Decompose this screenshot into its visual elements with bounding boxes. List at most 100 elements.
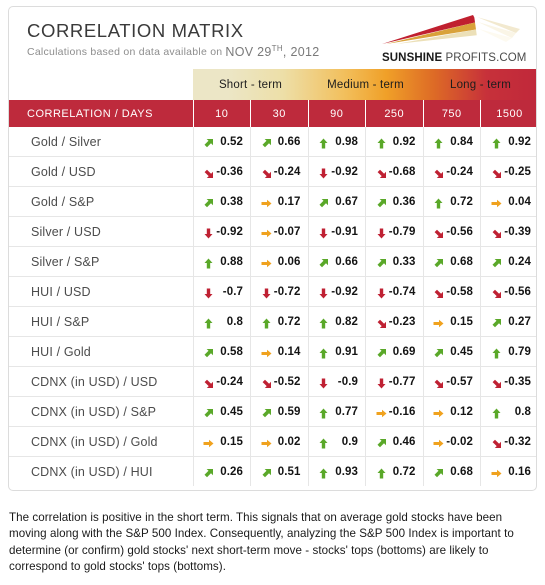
correlation-cell: -0.02 <box>423 426 481 457</box>
term-gradient-band: Short - term Medium - term Long - term <box>193 69 536 100</box>
trend-up-diag-icon <box>203 466 214 478</box>
correlation-cell: 0.45 <box>423 336 481 367</box>
row-label: CDNX (in USD) / USD <box>9 366 194 397</box>
correlation-cell: 0.66 <box>250 127 309 157</box>
correlation-cell: -0.72 <box>250 276 309 307</box>
table-header-row: CORRELATION / DAYS 10 30 90 250 750 1500 <box>9 100 536 127</box>
trend-up-icon <box>318 406 329 419</box>
row-label: HUI / S&P <box>9 306 194 337</box>
trend-up-diag-icon <box>203 196 214 208</box>
card-header: CORRELATION MATRIX Calculations based on… <box>9 7 536 69</box>
table-row: HUI / S&P 0.8 0.72 0.82 -0.23 0.15 0.27 <box>9 306 536 337</box>
trend-flat-icon <box>261 226 272 238</box>
correlation-cell: -0.24 <box>193 366 251 397</box>
trend-flat-icon <box>433 316 444 328</box>
correlation-cell: 0.33 <box>365 246 424 277</box>
trend-down-diag-icon <box>261 376 272 388</box>
correlation-cell: -0.92 <box>193 216 251 247</box>
correlation-value: 0.88 <box>220 255 243 268</box>
correlation-value: 0.14 <box>277 345 301 358</box>
correlation-value: -0.24 <box>216 375 243 388</box>
row-label: CDNX (in USD) / HUI <box>9 456 194 486</box>
correlation-cell: -0.9 <box>308 366 366 397</box>
header-days-90[interactable]: 90 <box>308 100 366 127</box>
trend-up-diag-icon <box>376 256 387 268</box>
correlation-value: -0.57 <box>446 375 473 388</box>
trend-down-diag-icon <box>491 166 502 178</box>
date-month-day: NOV 29 <box>225 44 272 59</box>
trend-down-diag-icon <box>376 166 387 178</box>
table-row: Silver / S&P 0.88 0.06 0.66 0.33 0.68 0.24 <box>9 246 536 277</box>
subtitle: Calculations based on data available on N… <box>27 44 319 59</box>
correlation-value: -0.02 <box>446 435 473 448</box>
trend-up-diag-icon <box>318 256 329 268</box>
trend-down-icon <box>376 226 387 239</box>
correlation-cell: 0.72 <box>250 306 309 337</box>
trend-down-icon <box>376 286 387 299</box>
logo-wordmark: SUNSHINE PROFITS.COM <box>382 52 526 64</box>
correlation-value: -0.7 <box>222 285 243 298</box>
trend-up-icon <box>203 316 214 329</box>
table-row: CDNX (in USD) / S&P 0.45 0.59 0.77 -0.16 0.12… <box>9 396 536 427</box>
correlation-cell: -0.79 <box>365 216 424 247</box>
trend-up-diag-icon <box>261 136 272 148</box>
correlation-value: -0.56 <box>446 225 473 238</box>
trend-up-diag-icon <box>261 406 272 418</box>
correlation-value: 0.84 <box>450 135 473 148</box>
trend-up-diag-icon <box>433 256 444 268</box>
logo-bold-text: SUNSHINE <box>382 52 443 64</box>
correlation-value: -0.23 <box>388 315 416 328</box>
correlation-value: 0.51 <box>277 465 301 478</box>
correlation-cell: -0.77 <box>365 366 424 397</box>
correlation-value: 0.17 <box>277 195 301 208</box>
correlation-value: -0.72 <box>273 285 301 298</box>
header-days-250[interactable]: 250 <box>365 100 424 127</box>
correlation-cell: 0.93 <box>308 456 366 486</box>
correlation-value: 0.46 <box>392 435 416 448</box>
header-days-30[interactable]: 30 <box>250 100 309 127</box>
term-medium: Medium - term <box>327 78 404 91</box>
correlation-value: 0.52 <box>220 135 243 148</box>
correlation-cell: 0.67 <box>308 186 366 217</box>
correlation-value: 0.15 <box>450 315 473 328</box>
header-days-1500[interactable]: 1500 <box>480 100 536 127</box>
correlation-cell: 0.59 <box>250 396 309 427</box>
correlation-value: -0.92 <box>331 165 358 178</box>
sun-rays-icon <box>382 15 520 44</box>
trend-up-icon <box>318 436 329 449</box>
correlation-value: 0.72 <box>450 195 473 208</box>
correlation-value: 0.91 <box>335 345 358 358</box>
correlation-cell: 0.92 <box>480 127 536 157</box>
header-days-10[interactable]: 10 <box>193 100 251 127</box>
trend-down-diag-icon <box>261 166 272 178</box>
trend-down-icon <box>203 226 214 239</box>
correlation-cell: 0.72 <box>365 456 424 486</box>
correlation-value: 0.93 <box>335 465 358 478</box>
sunshine-profits-logo[interactable]: SUNSHINE PROFITS.COM <box>378 13 526 65</box>
correlation-cell: -0.91 <box>308 216 366 247</box>
trend-up-icon <box>491 136 502 149</box>
correlation-value: 0.82 <box>335 315 358 328</box>
correlation-value: 0.98 <box>335 135 358 148</box>
correlation-cell: 0.02 <box>250 426 309 457</box>
trend-up-icon <box>376 466 387 479</box>
trend-up-diag-icon <box>433 466 444 478</box>
trend-down-diag-icon <box>491 226 502 238</box>
header-days-750[interactable]: 750 <box>423 100 481 127</box>
correlation-cell: 0.72 <box>423 186 481 217</box>
trend-flat-icon <box>376 406 387 418</box>
correlation-cell: 0.17 <box>250 186 309 217</box>
trend-up-icon <box>376 136 387 149</box>
trend-down-icon <box>318 286 329 299</box>
row-label: Gold / Silver <box>9 127 194 157</box>
table-row: Gold / USD -0.36 -0.24 -0.92 -0.68 -0.24 -0.25 <box>9 156 536 187</box>
table-body: Gold / Silver 0.52 0.66 0.98 0.92 0.84 0.92 Gol… <box>9 127 536 486</box>
trend-down-diag-icon <box>203 376 214 388</box>
correlation-value: 0.24 <box>508 255 531 268</box>
table-row: Gold / Silver 0.52 0.66 0.98 0.92 0.84 0.92 <box>9 127 536 157</box>
correlation-cell: 0.24 <box>480 246 536 277</box>
trend-up-icon <box>318 466 329 479</box>
trend-down-icon <box>318 226 329 239</box>
correlation-value: 0.9 <box>341 435 358 448</box>
table-head: CORRELATION / DAYS 10 30 90 250 750 1500 <box>9 100 536 127</box>
